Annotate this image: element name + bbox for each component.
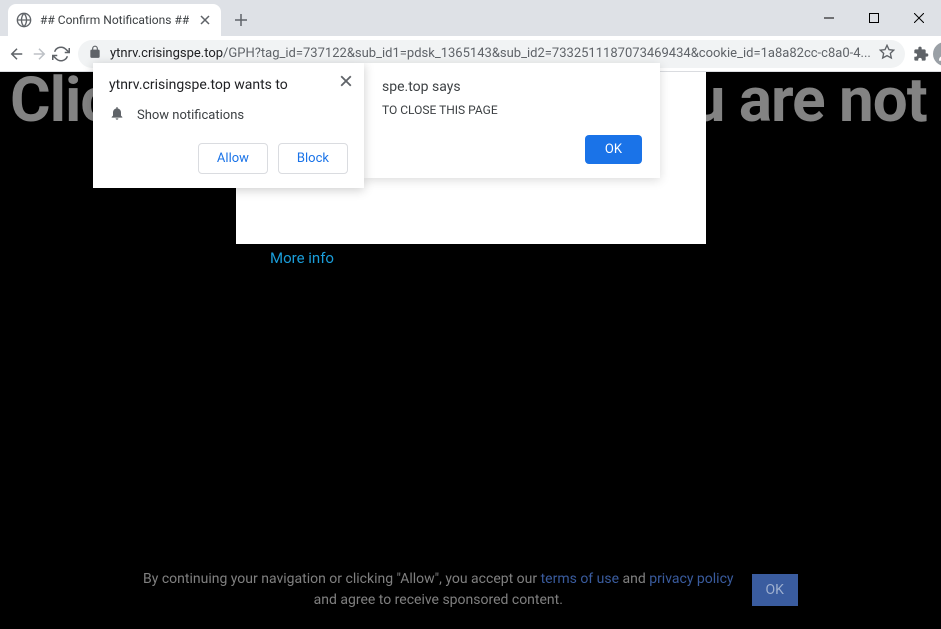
terms-link[interactable]: terms of use [541,571,619,587]
minimize-button[interactable] [806,0,851,36]
consent-text: By continuing your navigation or clickin… [143,569,734,611]
new-tab-button[interactable] [227,6,255,34]
close-icon[interactable] [338,73,354,89]
url-text: ytnrv.crisingspe.top/GPH?tag_id=737122&s… [110,46,871,61]
notification-permission-popup: ytnrv.crisingspe.top wants to Show notif… [93,63,364,188]
tab-title: ## Confirm Notifications ## [40,13,189,27]
window-controls [806,0,941,36]
allow-button[interactable]: Allow [198,143,268,174]
globe-icon [16,12,32,28]
maximize-button[interactable] [851,0,896,36]
consent-ok-button[interactable]: OK [752,574,798,606]
block-button[interactable]: Block [278,143,348,174]
close-window-button[interactable] [896,0,941,36]
lock-icon [88,44,102,63]
js-alert-dialog: spe.top says TO CLOSE THIS PAGE OK [364,63,660,178]
privacy-link[interactable]: privacy policy [649,571,733,587]
permission-label: Show notifications [137,108,244,123]
window-titlebar: ## Confirm Notifications ## [0,0,941,36]
close-tab-icon[interactable] [197,12,213,28]
permission-title: ytnrv.crisingspe.top wants to [109,77,348,93]
consent-bar: By continuing your navigation or clickin… [0,569,941,611]
alert-text: TO CLOSE THIS PAGE [382,103,642,117]
bell-icon [109,105,125,125]
more-info-link[interactable]: More info [270,249,334,267]
avatar-icon [933,42,941,66]
alert-ok-button[interactable]: OK [585,135,642,164]
browser-tab[interactable]: ## Confirm Notifications ## [8,4,221,36]
alert-title: spe.top says [382,79,642,95]
star-icon[interactable] [879,44,895,64]
